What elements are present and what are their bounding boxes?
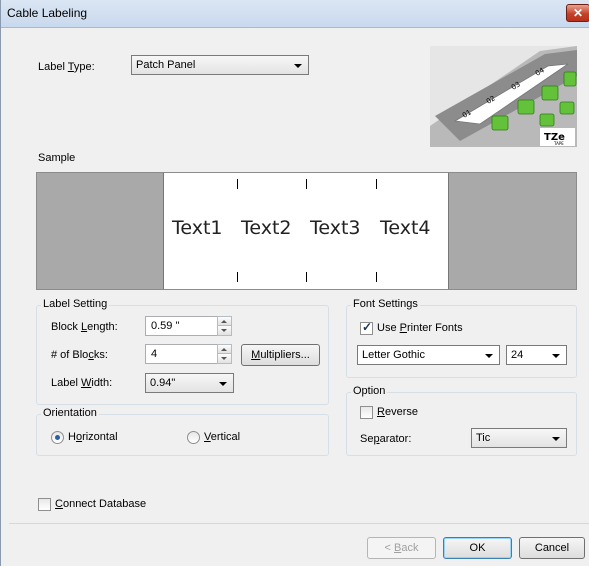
divider	[9, 523, 589, 524]
spin-down-icon[interactable]	[218, 354, 231, 363]
separator-tick	[376, 272, 377, 282]
connect-database-checkbox[interactable]	[38, 498, 51, 511]
horizontal-radio[interactable]	[51, 431, 64, 444]
label-width-value: 0.94"	[150, 377, 176, 389]
chevron-down-icon	[552, 437, 560, 441]
ok-button[interactable]: OK	[443, 537, 512, 559]
font-settings-group	[346, 305, 577, 378]
label-width-label: Label Width:	[51, 377, 113, 389]
cancel-button[interactable]: Cancel	[519, 537, 585, 559]
patch-panel-illustration: 01 02 03 04 TZe TAPE	[430, 46, 577, 147]
font-size-dropdown[interactable]: 24	[506, 345, 567, 365]
chevron-down-icon	[552, 354, 560, 358]
option-title: Option	[351, 385, 388, 397]
block-length-value: 0.59 "	[151, 320, 180, 332]
horizontal-label[interactable]: Horizontal	[68, 431, 118, 443]
sample-text-3: Text3	[310, 217, 361, 239]
block-length-label: Block Length:	[51, 321, 118, 333]
spin-down-icon[interactable]	[218, 326, 231, 335]
separator-tick	[237, 179, 238, 189]
chevron-down-icon	[294, 64, 302, 68]
label-type-dropdown[interactable]: Patch Panel	[131, 55, 309, 75]
chevron-down-icon	[485, 354, 493, 358]
close-icon: ✕	[572, 6, 584, 20]
use-printer-fonts-label[interactable]: Use Printer Fonts	[377, 322, 463, 334]
separator-tick	[237, 272, 238, 282]
separator-label: Separator:	[360, 433, 412, 445]
window-title: Cable Labeling	[7, 6, 88, 20]
label-width-dropdown[interactable]: 0.94"	[145, 373, 234, 393]
num-blocks-value: 4	[151, 348, 158, 360]
chevron-down-icon	[219, 382, 227, 386]
vertical-label[interactable]: Vertical	[204, 431, 240, 443]
reverse-checkbox[interactable]	[360, 406, 373, 419]
separator-value: Tic	[476, 432, 491, 444]
patch-panel-image: 01 02 03 04 TZe TAPE	[430, 46, 577, 147]
spin-up-icon[interactable]	[218, 317, 231, 326]
title-bar: Cable Labeling ✕	[1, 0, 589, 28]
separator-tick	[306, 272, 307, 282]
spin-up-icon[interactable]	[218, 345, 231, 354]
svg-text:TAPE: TAPE	[553, 141, 564, 146]
font-settings-title: Font Settings	[351, 298, 420, 310]
label-setting-title: Label Setting	[41, 298, 110, 310]
sample-label-tape: Text1 Text2 Text3 Text4	[163, 173, 449, 289]
multipliers-button[interactable]: Multipliers...	[241, 344, 320, 366]
block-length-spinner[interactable]	[217, 316, 232, 336]
separator-tick	[306, 179, 307, 189]
cable-labeling-dialog: Cable Labeling ✕ Label Type: Patch Panel…	[0, 0, 589, 566]
sample-text-1: Text1	[172, 217, 223, 239]
num-blocks-label: # of Blocks:	[51, 349, 108, 361]
sample-heading: Sample	[38, 152, 76, 164]
back-button[interactable]: < Back	[367, 537, 436, 559]
label-type-label: Label Type:	[38, 61, 95, 73]
connect-database-label[interactable]: Connect Database	[55, 498, 146, 510]
use-printer-fonts-checkbox[interactable]	[360, 320, 373, 335]
num-blocks-input[interactable]: 4	[145, 344, 218, 364]
num-blocks-spinner[interactable]	[217, 344, 232, 364]
separator-dropdown[interactable]: Tic	[471, 428, 567, 448]
reverse-label[interactable]: Reverse	[377, 406, 418, 418]
font-name-dropdown[interactable]: Letter Gothic	[357, 345, 500, 365]
sample-preview: Text1 Text2 Text3 Text4	[36, 172, 577, 290]
sample-text-4: Text4	[380, 217, 431, 239]
label-type-value: Patch Panel	[136, 59, 196, 71]
sample-text-2: Text2	[241, 217, 292, 239]
separator-tick	[376, 179, 377, 189]
font-size-value: 24	[511, 349, 524, 361]
font-name-value: Letter Gothic	[362, 349, 425, 361]
block-length-input[interactable]: 0.59 "	[145, 316, 218, 336]
orientation-title: Orientation	[41, 407, 99, 419]
close-button[interactable]: ✕	[566, 4, 589, 22]
vertical-radio[interactable]	[187, 431, 200, 444]
